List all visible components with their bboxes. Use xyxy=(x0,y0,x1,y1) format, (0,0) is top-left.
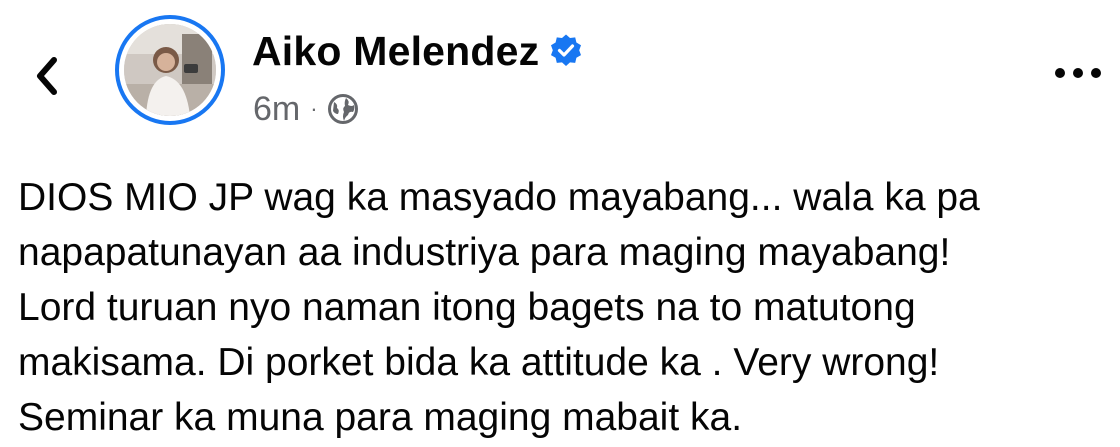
profile-photo xyxy=(124,24,216,116)
post-text-line: Lord turuan nyo naman itong bagets na to… xyxy=(18,286,916,329)
post-text-line: Seminar ka muna para maging mabait ka. xyxy=(18,396,743,439)
post-timestamp[interactable]: 6m xyxy=(253,90,300,129)
post-text-line: DIOS MIO JP wag ka masyado mayabang... w… xyxy=(18,176,980,219)
verified-badge-icon xyxy=(551,34,582,66)
chevron-left-icon xyxy=(37,57,57,95)
post-text-line: makisama. Di porket bida ka attitude ka … xyxy=(18,341,940,384)
globe-icon[interactable] xyxy=(326,92,360,126)
avatar[interactable] xyxy=(115,15,225,125)
author-name[interactable]: Aiko Melendez xyxy=(252,28,539,75)
back-button[interactable] xyxy=(22,48,72,104)
post-meta: 6m · xyxy=(253,86,360,132)
author-row: Aiko Melendez xyxy=(252,22,584,80)
meta-separator: · xyxy=(310,96,318,121)
post-text-line: napapatunayan aa industriya para maging … xyxy=(18,231,951,274)
more-options-button[interactable] xyxy=(1050,58,1106,88)
post-text: DIOS MIO JP wag ka masyado mayabang... w… xyxy=(18,170,1108,445)
more-horizontal-icon xyxy=(1055,68,1101,78)
